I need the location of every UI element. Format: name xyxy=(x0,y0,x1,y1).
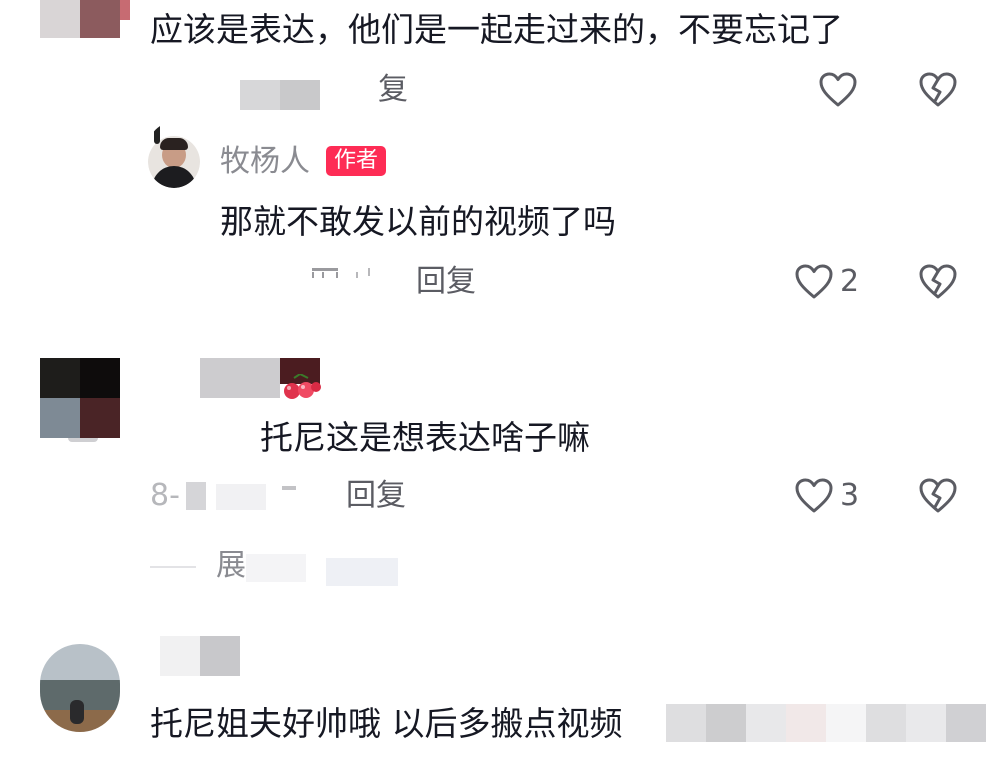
expand-replies-blurred xyxy=(246,548,398,588)
reply-button[interactable]: 回复 xyxy=(416,264,476,300)
broken-heart-icon xyxy=(919,72,957,107)
comment-date: 8- xyxy=(150,478,180,513)
author-avatar[interactable] xyxy=(148,122,200,188)
broken-heart-icon xyxy=(919,264,957,299)
text-blurred-overlay xyxy=(666,698,986,748)
like-count: 2 xyxy=(840,264,860,299)
heart-outline-icon xyxy=(795,478,833,513)
author-badge: 作者 xyxy=(326,146,387,176)
avatar-pixelated[interactable] xyxy=(40,0,130,38)
heart-outline-icon xyxy=(819,72,857,107)
dislike-button[interactable] xyxy=(916,260,960,304)
comment-text: 那就不敢发以前的视频了吗 xyxy=(220,202,616,241)
comment-text: 托尼姐夫好帅哦 以后多搬点视频 xyxy=(150,704,623,743)
location-blurred xyxy=(186,478,306,514)
cherries-emoji-icon xyxy=(282,372,322,400)
username-blurred[interactable] xyxy=(160,636,240,676)
broken-heart-icon xyxy=(919,478,957,513)
comment-text: 托尼这是想表达啥子嘛 xyxy=(260,418,590,457)
like-button[interactable] xyxy=(816,68,860,112)
avatar-pixelated[interactable] xyxy=(40,358,120,444)
dislike-button[interactable] xyxy=(916,68,960,112)
reply-button[interactable]: 回复 xyxy=(346,478,406,514)
comment-text: 应该是表达，他们是一起走过来的，不要忘记了 xyxy=(150,10,843,49)
timestamp-blurred xyxy=(240,80,320,110)
expand-replies-divider xyxy=(150,566,196,568)
avatar[interactable] xyxy=(40,644,120,732)
like-button[interactable] xyxy=(792,474,836,518)
expand-replies-button[interactable]: 展 xyxy=(216,548,246,584)
like-button[interactable] xyxy=(792,260,836,304)
reply-button[interactable]: 复 xyxy=(378,72,408,108)
dislike-button[interactable] xyxy=(916,474,960,518)
timestamp-blurred xyxy=(312,268,374,278)
username[interactable]: 牧杨人 xyxy=(220,144,310,180)
like-count: 3 xyxy=(840,478,860,513)
heart-outline-icon xyxy=(795,264,833,299)
